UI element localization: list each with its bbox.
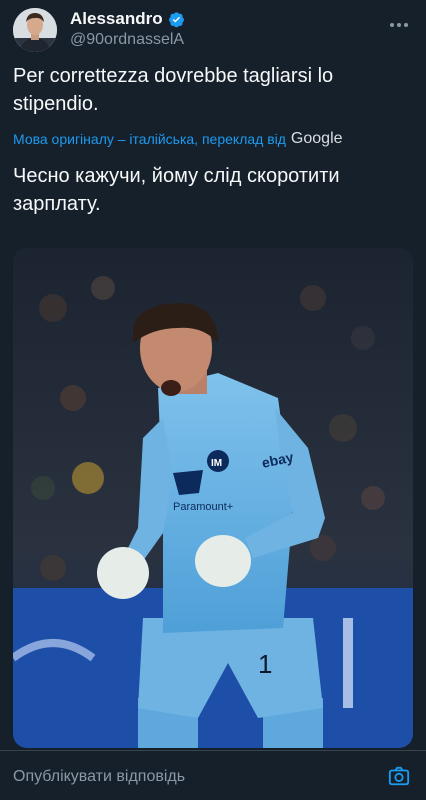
tweet-header: Alessandro @90ordnasselA [0,0,426,56]
avatar[interactable] [13,8,57,52]
shirt-number: 1 [258,649,272,679]
translation-provider-logo: Google [290,130,343,147]
reply-input[interactable]: Опублікувати відповідь [13,768,185,786]
tweet-original-text: Per correttezza dovrebbe tagliarsi lo st… [13,65,334,115]
translation-note[interactable]: Мова оригіналу – італійська, переклад ві… [13,130,413,148]
author-handle[interactable]: @90ordnasselA [70,31,184,49]
verified-badge-icon [168,11,185,28]
name-row: Alessandro [70,9,185,29]
svg-text:IM: IM [211,458,222,469]
author-display-name[interactable]: Alessandro [70,9,163,29]
tweet-page: Alessandro @90ordnasselA Per correttezza… [0,0,426,800]
more-options-icon[interactable] [388,14,410,36]
reply-bar: Опублікувати відповідь [0,750,426,800]
avatar-image [13,8,57,52]
tweet-translated-text: Чесно кажучи, йому слід скоротити зарпла… [13,165,340,215]
jersey-text: Paramount+ [173,501,233,513]
goalkeeper-photo: 1 IM ebay Paramount+ [13,248,413,748]
tweet-photo[interactable]: 1 IM ebay Paramount+ [13,248,413,748]
camera-icon[interactable] [388,765,410,787]
translation-note-label: Мова оригіналу – італійська, переклад ві… [13,131,286,147]
